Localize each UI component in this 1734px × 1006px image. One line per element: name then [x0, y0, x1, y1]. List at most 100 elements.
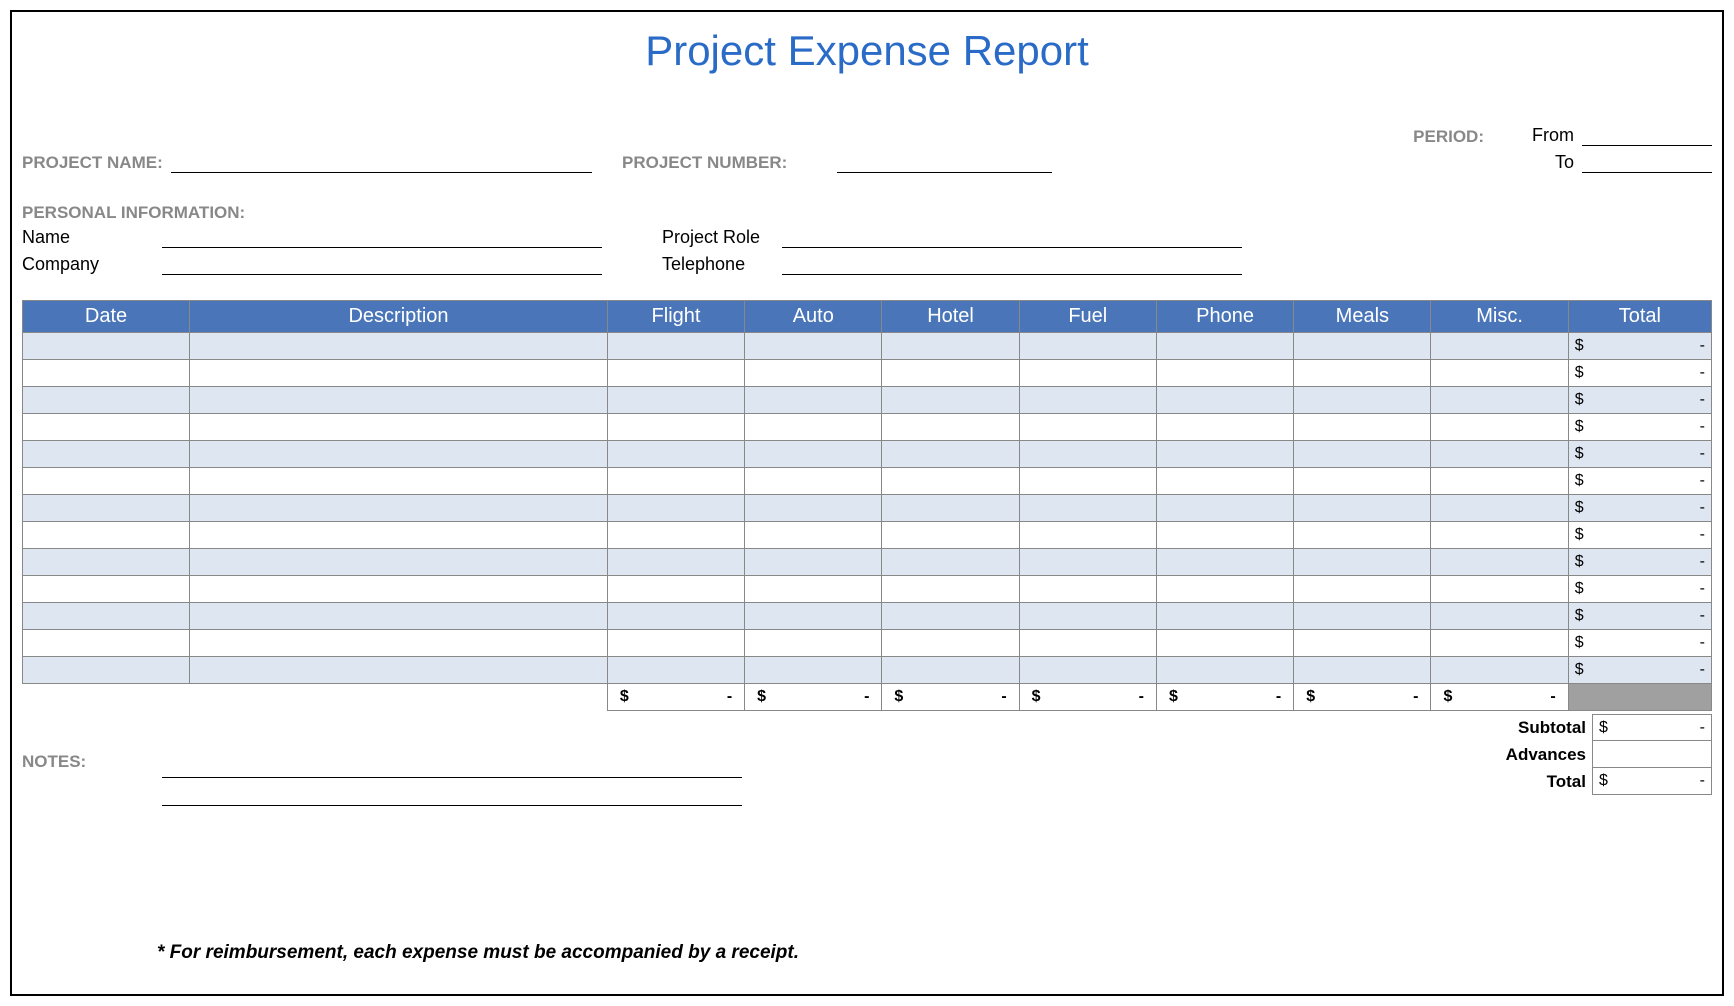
- expense-cell[interactable]: [882, 603, 1019, 630]
- expense-cell[interactable]: [1431, 657, 1568, 684]
- expense-cell[interactable]: [745, 603, 882, 630]
- expense-cell[interactable]: [607, 333, 744, 360]
- expense-cell[interactable]: [23, 630, 190, 657]
- expense-cell[interactable]: [23, 549, 190, 576]
- expense-cell[interactable]: [607, 522, 744, 549]
- expense-cell[interactable]: [1019, 360, 1156, 387]
- expense-cell[interactable]: [1294, 414, 1431, 441]
- expense-cell[interactable]: [1294, 657, 1431, 684]
- expense-cell[interactable]: [1156, 495, 1293, 522]
- expense-cell[interactable]: [23, 414, 190, 441]
- expense-cell[interactable]: [23, 468, 190, 495]
- expense-cell[interactable]: [23, 387, 190, 414]
- expense-cell[interactable]: [1019, 441, 1156, 468]
- expense-cell[interactable]: [745, 441, 882, 468]
- expense-cell[interactable]: [1156, 441, 1293, 468]
- expense-cell[interactable]: [1156, 603, 1293, 630]
- expense-cell[interactable]: [1294, 630, 1431, 657]
- expense-cell[interactable]: [1019, 495, 1156, 522]
- expense-cell[interactable]: [1431, 414, 1568, 441]
- expense-cell[interactable]: [1019, 657, 1156, 684]
- expense-cell[interactable]: [745, 468, 882, 495]
- expense-cell[interactable]: [1294, 522, 1431, 549]
- role-input[interactable]: [782, 230, 1242, 248]
- expense-cell[interactable]: [23, 576, 190, 603]
- expense-cell[interactable]: [23, 360, 190, 387]
- expense-cell[interactable]: [190, 522, 608, 549]
- expense-cell[interactable]: [190, 441, 608, 468]
- expense-cell[interactable]: [1431, 549, 1568, 576]
- notes-line-1[interactable]: [162, 754, 742, 778]
- expense-cell[interactable]: [1294, 387, 1431, 414]
- expense-cell[interactable]: [1294, 360, 1431, 387]
- expense-cell[interactable]: [1019, 414, 1156, 441]
- expense-cell[interactable]: [1431, 468, 1568, 495]
- expense-cell[interactable]: [1294, 495, 1431, 522]
- expense-cell[interactable]: [23, 441, 190, 468]
- expense-cell[interactable]: [1019, 576, 1156, 603]
- expense-cell[interactable]: [1431, 522, 1568, 549]
- expense-cell[interactable]: [607, 630, 744, 657]
- expense-cell[interactable]: [190, 360, 608, 387]
- expense-cell[interactable]: [1156, 630, 1293, 657]
- expense-cell[interactable]: [1156, 387, 1293, 414]
- expense-cell[interactable]: [1156, 576, 1293, 603]
- expense-cell[interactable]: [1019, 333, 1156, 360]
- expense-cell[interactable]: [607, 495, 744, 522]
- expense-cell[interactable]: [1019, 387, 1156, 414]
- expense-cell[interactable]: [1294, 468, 1431, 495]
- expense-cell[interactable]: [607, 603, 744, 630]
- expense-cell[interactable]: [607, 414, 744, 441]
- name-input[interactable]: [162, 230, 602, 248]
- expense-cell[interactable]: [745, 522, 882, 549]
- expense-cell[interactable]: [1431, 576, 1568, 603]
- expense-cell[interactable]: [882, 495, 1019, 522]
- expense-cell[interactable]: [882, 414, 1019, 441]
- expense-cell[interactable]: [1294, 441, 1431, 468]
- notes-line-2[interactable]: [162, 778, 742, 806]
- company-input[interactable]: [162, 257, 602, 275]
- period-to-input[interactable]: [1582, 155, 1712, 173]
- expense-cell[interactable]: [745, 657, 882, 684]
- expense-cell[interactable]: [745, 549, 882, 576]
- expense-cell[interactable]: [1431, 441, 1568, 468]
- expense-cell[interactable]: [190, 630, 608, 657]
- expense-cell[interactable]: [745, 414, 882, 441]
- expense-cell[interactable]: [1294, 576, 1431, 603]
- project-name-input[interactable]: [171, 155, 592, 173]
- expense-cell[interactable]: [882, 576, 1019, 603]
- expense-cell[interactable]: [1156, 522, 1293, 549]
- expense-cell[interactable]: [1294, 333, 1431, 360]
- expense-cell[interactable]: [745, 387, 882, 414]
- expense-cell[interactable]: [607, 549, 744, 576]
- expense-cell[interactable]: [745, 360, 882, 387]
- expense-cell[interactable]: [745, 495, 882, 522]
- expense-cell[interactable]: [23, 522, 190, 549]
- expense-cell[interactable]: [607, 360, 744, 387]
- expense-cell[interactable]: [190, 657, 608, 684]
- expense-cell[interactable]: [882, 441, 1019, 468]
- expense-cell[interactable]: [1431, 333, 1568, 360]
- expense-cell[interactable]: [882, 387, 1019, 414]
- period-from-input[interactable]: [1582, 128, 1712, 146]
- expense-cell[interactable]: [882, 549, 1019, 576]
- expense-cell[interactable]: [1019, 630, 1156, 657]
- expense-cell[interactable]: [1156, 360, 1293, 387]
- expense-cell[interactable]: [882, 333, 1019, 360]
- expense-cell[interactable]: [1019, 603, 1156, 630]
- expense-cell[interactable]: [1019, 468, 1156, 495]
- telephone-input[interactable]: [782, 257, 1242, 275]
- expense-cell[interactable]: [190, 387, 608, 414]
- expense-cell[interactable]: [745, 333, 882, 360]
- expense-cell[interactable]: [23, 495, 190, 522]
- expense-cell[interactable]: [882, 630, 1019, 657]
- expense-cell[interactable]: [1431, 387, 1568, 414]
- expense-cell[interactable]: [190, 603, 608, 630]
- advances-value[interactable]: [1592, 741, 1712, 768]
- expense-cell[interactable]: [1156, 414, 1293, 441]
- expense-cell[interactable]: [190, 495, 608, 522]
- expense-cell[interactable]: [882, 468, 1019, 495]
- expense-cell[interactable]: [190, 549, 608, 576]
- expense-cell[interactable]: [607, 441, 744, 468]
- expense-cell[interactable]: [1431, 630, 1568, 657]
